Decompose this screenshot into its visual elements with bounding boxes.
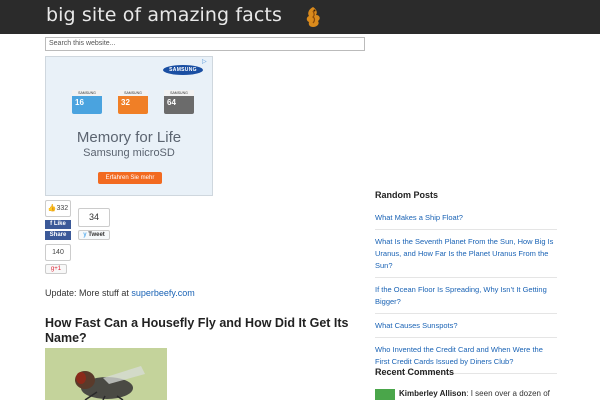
ad-info-icon[interactable]: ▷: [202, 58, 210, 65]
dragon-logo-icon[interactable]: [302, 5, 324, 29]
search-input[interactable]: Search this website...: [45, 37, 365, 51]
recent-comment: Kimberley Allison: I seen over a dozen o…: [375, 389, 575, 400]
thumbs-up-icon: 👍: [47, 205, 57, 212]
housefly-illustration: [45, 348, 167, 400]
twitter-share-widget: 34 y Tweet: [78, 208, 110, 240]
facebook-share-button[interactable]: Share: [45, 231, 71, 240]
recent-comments-heading: Recent Comments: [375, 367, 455, 377]
post-title[interactable]: How Fast Can a Housefly Fly and How Did …: [45, 316, 365, 346]
sd-card-16: SAMSUNG 16: [72, 90, 102, 114]
google-plus-button[interactable]: g+1: [45, 264, 67, 274]
ad-brand-logo: SAMSUNG: [163, 65, 203, 75]
tweet-count: 34: [78, 208, 110, 227]
update-notice: Update: More stuff at superbeefy.com: [45, 288, 195, 298]
superbeefy-link[interactable]: superbeefy.com: [131, 288, 194, 298]
advertisement-banner[interactable]: ▷ SAMSUNG SAMSUNG 16 SAMSUNG 32 SAMSUNG …: [45, 56, 213, 196]
ad-subline: Samsung microSD: [83, 147, 175, 159]
random-post-link[interactable]: If the Ocean Floor Is Spreading, Why Isn…: [375, 284, 557, 314]
tweet-button[interactable]: y Tweet: [78, 230, 110, 240]
avatar: [375, 389, 395, 400]
housefly-image: [45, 348, 167, 400]
share-count: 140: [45, 244, 71, 261]
sd-card-32: SAMSUNG 32: [118, 90, 148, 114]
facebook-share-widget: 👍332 f Like Share 140 g+1: [45, 200, 71, 274]
comment-excerpt[interactable]: : I seen over a dozen of: [466, 389, 550, 398]
random-post-link[interactable]: What Makes a Ship Float?: [375, 212, 557, 230]
site-title[interactable]: big site of amazing facts: [46, 4, 282, 26]
site-header: big site of amazing facts: [0, 0, 600, 34]
random-post-link[interactable]: What Causes Sunspots?: [375, 320, 557, 338]
ad-headline: Memory for Life: [76, 129, 182, 146]
facebook-like-button[interactable]: f Like: [45, 220, 71, 229]
comment-author[interactable]: Kimberley Allison: [399, 389, 466, 398]
random-posts-heading: Random Posts: [375, 190, 439, 200]
sidebar: Random Posts What Makes a Ship Float? Wh…: [375, 190, 557, 380]
facebook-like-count: 👍332: [45, 200, 71, 217]
ad-cta-button[interactable]: Erfahren Sie mehr: [98, 172, 162, 184]
sd-card-64: SAMSUNG 64: [164, 90, 194, 114]
random-post-link[interactable]: What Is the Seventh Planet From the Sun,…: [375, 236, 557, 278]
